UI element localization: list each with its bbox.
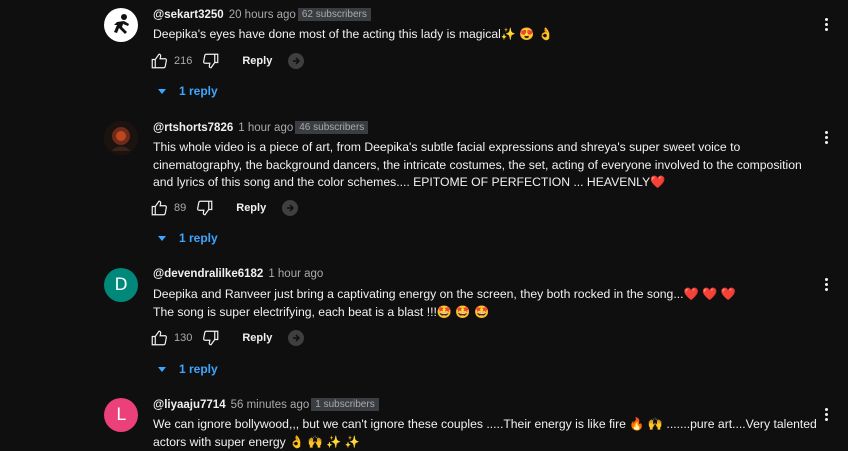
comment-time[interactable]: 1 hour ago bbox=[238, 122, 293, 134]
more-actions-icon[interactable] bbox=[824, 408, 828, 421]
comment-author[interactable]: @liyaaju7714 bbox=[153, 399, 226, 411]
reply-button[interactable]: Reply bbox=[242, 55, 272, 67]
replies-label: 1 reply bbox=[179, 362, 218, 376]
view-replies-button[interactable]: 1 reply bbox=[158, 231, 218, 245]
comment-line: Deepika and Ranveer just bring a captiva… bbox=[153, 286, 823, 304]
comment-header: @devendralilke6182 1 hour ago bbox=[153, 268, 323, 280]
avatar[interactable]: D bbox=[104, 268, 138, 302]
comment-author[interactable]: @rtshorts7826 bbox=[153, 122, 233, 134]
avatar[interactable] bbox=[104, 121, 138, 155]
comment-author[interactable]: @sekart3250 bbox=[153, 9, 224, 21]
view-replies-button[interactable]: 1 reply bbox=[158, 84, 218, 98]
comment-line: This whole video is a piece of art, from… bbox=[153, 139, 823, 157]
comment-line: and lyrics of this song and the color sc… bbox=[153, 174, 823, 192]
avatar-image-icon bbox=[104, 121, 138, 155]
comment-line: Deepika's eyes have done most of the act… bbox=[153, 26, 823, 44]
comment-time[interactable]: 56 minutes ago bbox=[231, 399, 310, 411]
thumbs-up-icon[interactable] bbox=[150, 329, 168, 347]
avatar[interactable]: L bbox=[104, 398, 138, 432]
chevron-down-icon bbox=[158, 89, 166, 94]
comment-line: cinematography, the background dancers, … bbox=[153, 157, 823, 175]
thumbs-down-icon[interactable] bbox=[202, 52, 220, 70]
more-actions-icon[interactable] bbox=[824, 131, 828, 144]
running-figure-icon bbox=[108, 12, 134, 38]
more-actions-icon[interactable] bbox=[824, 18, 828, 31]
comment-text: We can ignore bollywood,,, but we can't … bbox=[153, 416, 823, 451]
subscriber-badge: 1 subscribers bbox=[311, 398, 378, 411]
thumbs-down-icon[interactable] bbox=[196, 199, 214, 217]
subscriber-badge: 62 subscribers bbox=[298, 8, 371, 21]
comment-time[interactable]: 20 hours ago bbox=[229, 9, 296, 21]
more-actions-icon[interactable] bbox=[824, 278, 828, 291]
comment-text: This whole video is a piece of art, from… bbox=[153, 139, 823, 192]
replies-label: 1 reply bbox=[179, 231, 218, 245]
thumbs-down-icon[interactable] bbox=[202, 329, 220, 347]
comment-actions: 89 Reply bbox=[150, 199, 298, 217]
chevron-down-icon bbox=[158, 236, 166, 241]
thumbs-up-icon[interactable] bbox=[150, 52, 168, 70]
reply-button[interactable]: Reply bbox=[242, 332, 272, 344]
avatar-letter: L bbox=[116, 405, 125, 425]
avatar-letter: D bbox=[114, 275, 127, 295]
subscriber-badge: 46 subscribers bbox=[295, 121, 368, 134]
creator-heart-icon bbox=[282, 200, 298, 216]
like-count: 130 bbox=[174, 332, 192, 344]
comment-line: The song is super electrifying, each bea… bbox=[153, 304, 823, 322]
comment-text: Deepika and Ranveer just bring a captiva… bbox=[153, 286, 823, 321]
comment-header: @rtshorts7826 1 hour ago 46 subscribers bbox=[153, 121, 368, 134]
comment-header: @liyaaju7714 56 minutes ago 1 subscriber… bbox=[153, 398, 379, 411]
creator-heart-icon bbox=[288, 330, 304, 346]
comment-header: @sekart3250 20 hours ago 62 subscribers bbox=[153, 8, 371, 21]
comment-author[interactable]: @devendralilke6182 bbox=[153, 268, 263, 280]
avatar[interactable] bbox=[104, 8, 138, 42]
view-replies-button[interactable]: 1 reply bbox=[158, 362, 218, 376]
thumbs-up-icon[interactable] bbox=[150, 199, 168, 217]
like-count: 216 bbox=[174, 55, 192, 67]
like-count: 89 bbox=[174, 202, 186, 214]
comment-text: Deepika's eyes have done most of the act… bbox=[153, 26, 823, 44]
comment-time[interactable]: 1 hour ago bbox=[268, 268, 323, 280]
reply-button[interactable]: Reply bbox=[236, 202, 266, 214]
creator-heart-icon bbox=[288, 53, 304, 69]
comment-actions: 216 Reply bbox=[150, 52, 304, 70]
comment-line: We can ignore bollywood,,, but we can't … bbox=[153, 416, 823, 434]
chevron-down-icon bbox=[158, 367, 166, 372]
replies-label: 1 reply bbox=[179, 84, 218, 98]
comment-line: actors with super energy 👌 🙌 ✨ ✨ bbox=[153, 434, 823, 451]
comment-actions: 130 Reply bbox=[150, 329, 304, 347]
